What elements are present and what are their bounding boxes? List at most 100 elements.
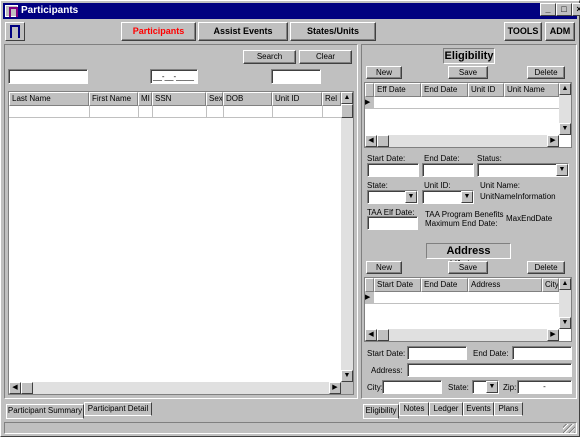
scroll-up-arrow-icon[interactable]: ▲ [559, 83, 571, 95]
unit-id-search-input[interactable] [271, 69, 321, 84]
nav-participants-button[interactable]: Participants [121, 22, 196, 41]
elig-state-label: State: [367, 181, 388, 190]
chevron-down-icon[interactable]: ▼ [405, 191, 417, 203]
table-row[interactable] [374, 292, 559, 304]
tab-plans[interactable]: Plans [494, 402, 523, 416]
elig-state-select[interactable]: ▼ [367, 190, 418, 204]
scroll-up-arrow-icon[interactable]: ▲ [559, 278, 571, 290]
tab-eligibility[interactable]: Eligibility [363, 404, 399, 419]
resize-grip-icon[interactable] [563, 424, 575, 433]
elig-col-end-date[interactable]: End Date [421, 83, 468, 97]
addr-vscrollbar[interactable]: ▲ ▼ [559, 278, 571, 329]
elig-hscrollbar[interactable]: ◀ ▶ [365, 135, 559, 147]
addr-col-end-date[interactable]: End Date [421, 278, 468, 292]
elig-start-date-input[interactable] [367, 163, 419, 177]
addr-col-city[interactable]: City [542, 278, 559, 292]
col-unit-id[interactable]: Unit ID [272, 92, 322, 106]
scroll-right-arrow-icon[interactable]: ▶ [329, 382, 341, 394]
addr-address-label: Address: [371, 366, 403, 375]
elig-end-date-input[interactable] [422, 163, 474, 177]
chevron-down-icon[interactable]: ▼ [461, 191, 473, 203]
elig-start-date-label: Start Date: [367, 154, 406, 163]
elig-vscrollbar[interactable]: ▲ ▼ [559, 83, 571, 135]
addr-hscrollbar[interactable]: ◀ ▶ [365, 329, 559, 341]
tab-events[interactable]: Events [463, 402, 494, 416]
col-mi[interactable]: MI [138, 92, 152, 106]
elig-status-select[interactable]: ▼ [477, 163, 569, 177]
addr-col-start-date[interactable]: Start Date [374, 278, 421, 292]
addr-address-input[interactable] [407, 363, 572, 377]
row-selector-icon: ▶ [365, 97, 374, 109]
col-ssn[interactable]: SSN [152, 92, 206, 106]
hscroll-thumb[interactable] [21, 382, 33, 394]
search-button[interactable]: Search [243, 50, 296, 64]
scroll-down-arrow-icon[interactable]: ▼ [559, 317, 571, 329]
addr-col-address[interactable]: Address [468, 278, 542, 292]
last-name-search-input[interactable] [8, 69, 88, 84]
addr-end-date-input[interactable] [512, 346, 572, 360]
col-last-name[interactable]: Last Name [9, 92, 89, 106]
minimize-button[interactable]: _ [540, 3, 556, 16]
nav-states-units-button[interactable]: States/Units [290, 22, 376, 41]
clear-button[interactable]: Clear [299, 50, 352, 64]
col-first-name[interactable]: First Name [89, 92, 138, 106]
chevron-down-icon[interactable]: ▼ [556, 164, 568, 176]
eligibility-save-button[interactable]: Save [448, 66, 488, 79]
eligibility-delete-button[interactable]: Delete [527, 66, 565, 79]
nav-assist-events-button[interactable]: Assist Events [198, 22, 288, 41]
address-delete-button[interactable]: Delete [527, 261, 565, 274]
addr-zip-input[interactable]: - [517, 380, 572, 394]
eligibility-table: Eff Date End Date Unit ID Unit Name ▶ ▲ … [364, 82, 572, 148]
participant-hscrollbar[interactable]: ◀ ▶ [9, 382, 341, 394]
scroll-left-arrow-icon[interactable]: ◀ [9, 382, 21, 394]
addr-city-input[interactable] [382, 380, 442, 394]
scroll-up-arrow-icon[interactable]: ▲ [341, 92, 353, 104]
home-logo-button[interactable] [5, 22, 25, 41]
participant-table: Last Name First Name MI SSN Sex DOB Unit… [8, 91, 354, 395]
addr-zip-label: Zip: [503, 383, 517, 392]
addr-start-date-input[interactable] [407, 346, 467, 360]
col-rel[interactable]: Rel [322, 92, 341, 106]
maximize-button[interactable]: □ [556, 3, 572, 16]
address-save-button[interactable]: Save [448, 261, 488, 274]
scroll-left-arrow-icon[interactable]: ◀ [365, 135, 377, 147]
status-bar [4, 422, 577, 434]
scroll-right-arrow-icon[interactable]: ▶ [547, 329, 559, 341]
hscroll-thumb[interactable] [377, 329, 389, 341]
eligibility-title: Eligibility [443, 48, 495, 64]
address-new-button[interactable]: New [366, 261, 402, 274]
taa-program-benefits-label: TAA Program Benefits [425, 210, 504, 219]
elig-unit-name-label: Unit Name: [480, 181, 521, 190]
tab-participant-summary[interactable]: Participant Summary [6, 404, 84, 419]
table-row[interactable] [9, 106, 341, 118]
col-dob[interactable]: DOB [223, 92, 272, 106]
scroll-down-arrow-icon[interactable]: ▼ [559, 123, 571, 135]
tab-notes[interactable]: Notes [399, 402, 429, 416]
tools-button[interactable]: TOOLS [504, 22, 542, 41]
tab-participant-detail[interactable]: Participant Detail [84, 402, 152, 416]
addr-start-date-label: Start Date: [367, 349, 406, 358]
scroll-left-arrow-icon[interactable]: ◀ [365, 329, 377, 341]
hscroll-thumb[interactable] [377, 135, 389, 147]
tab-ledger[interactable]: Ledger [429, 402, 463, 416]
elig-taa-eff-date-input[interactable] [367, 216, 418, 230]
addr-state-select[interactable]: ▼ [472, 380, 499, 394]
col-sex[interactable]: Sex [206, 92, 223, 106]
scroll-right-arrow-icon[interactable]: ▶ [547, 135, 559, 147]
ssn-search-input[interactable]: __-__-____ [150, 69, 198, 84]
elig-unit-id-select[interactable]: ▼ [422, 190, 474, 204]
elig-col-unit-name[interactable]: Unit Name [504, 83, 559, 97]
elig-col-unit-id[interactable]: Unit ID [468, 83, 504, 97]
participant-vscrollbar[interactable]: ▲ ▼ [341, 92, 353, 382]
adm-button[interactable]: ADM [545, 22, 575, 41]
eligibility-new-button[interactable]: New [366, 66, 402, 79]
chevron-down-icon[interactable]: ▼ [486, 381, 498, 393]
title-bar[interactable]: Participants [3, 3, 577, 19]
table-row[interactable] [374, 97, 559, 109]
scroll-down-arrow-icon[interactable]: ▼ [341, 370, 353, 382]
elig-unit-id-label: Unit ID: [424, 181, 451, 190]
scroll-thumb[interactable] [341, 104, 353, 118]
elig-col-eff-date[interactable]: Eff Date [374, 83, 421, 97]
close-button[interactable]: × [572, 3, 580, 16]
app-icon [5, 5, 18, 17]
